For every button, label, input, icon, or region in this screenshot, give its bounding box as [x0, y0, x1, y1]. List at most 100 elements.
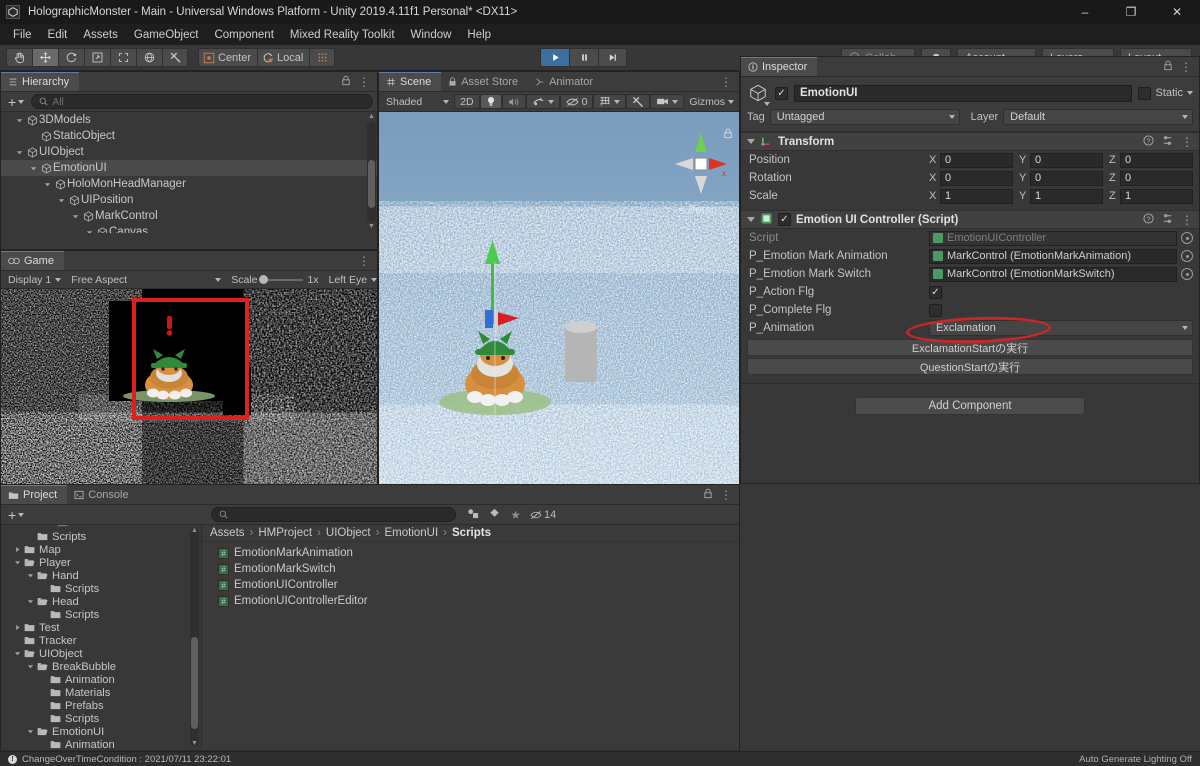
disclosure-triangle[interactable] [69, 213, 81, 220]
transform-rotation-y-input[interactable]: 0 [1030, 170, 1103, 186]
tab-project[interactable]: Project [1, 485, 68, 504]
scroll-down-arrow[interactable]: ▼ [190, 740, 199, 747]
hierarchy-item-markcontrol[interactable]: MarkControl [1, 208, 377, 224]
gameobject-enabled-checkbox[interactable]: ✓ [775, 86, 788, 100]
script-action-button-2[interactable]: QuestionStartの実行 [747, 358, 1193, 375]
project-folder-breakbubble-10[interactable]: BreakBubble [1, 660, 201, 673]
lock-icon[interactable] [341, 75, 351, 89]
foldout-icon[interactable] [747, 217, 755, 222]
scene-fx-dropdown[interactable] [525, 94, 560, 109]
disclosure-triangle[interactable] [24, 598, 36, 605]
hierarchy-item-uiposition[interactable]: UIPosition [1, 192, 377, 208]
disclosure-triangle[interactable] [13, 149, 25, 156]
rotate-tool-button[interactable] [58, 48, 84, 67]
scale-slider[interactable]: Scale 1x [226, 272, 323, 288]
transform-scale-x-input[interactable]: 1 [940, 188, 1013, 204]
transform-scale-z-input[interactable]: 1 [1120, 188, 1193, 204]
foldout-icon[interactable] [747, 139, 755, 144]
breadcrumb-item-uiobject[interactable]: UIObject [326, 527, 371, 539]
object-picker-icon[interactable] [1181, 268, 1193, 280]
grid-snapping-button[interactable] [309, 48, 336, 67]
script-enabled-checkbox[interactable]: ✓ [778, 213, 791, 226]
scene-perspective-label[interactable]: < Persp [679, 204, 717, 216]
scene-render-canvas[interactable]: y x < Persp [379, 112, 739, 484]
disclosure-triangle[interactable] [11, 650, 23, 657]
tab-scene[interactable]: Scene [379, 72, 442, 91]
disclosure-triangle[interactable] [11, 559, 23, 566]
scene-snap-tools[interactable] [626, 94, 651, 109]
script-object-field[interactable]: EmotionUIController [929, 230, 1177, 246]
breadcrumb-item-scripts[interactable]: Scripts [452, 527, 491, 539]
p-emotion-mark-animation-object-field[interactable]: MarkControl (EmotionMarkAnimation) [929, 248, 1177, 264]
project-folder-scripts-6[interactable]: Scripts [1, 608, 201, 621]
disclosure-triangle[interactable] [11, 546, 23, 553]
transform-tool-button[interactable] [136, 48, 162, 67]
disclosure-triangle[interactable] [13, 117, 25, 124]
preset-icon[interactable] [1162, 135, 1173, 149]
lock-icon[interactable] [1163, 60, 1173, 74]
transform-scale-y-input[interactable]: 1 [1030, 188, 1103, 204]
script-action-button-1[interactable]: ExclamationStartの実行 [747, 339, 1193, 356]
tab-hierarchy[interactable]: Hierarchy [1, 72, 80, 91]
pivot-rotation-button[interactable]: Local [257, 48, 310, 67]
tab-asset-store[interactable]: Asset Store [441, 72, 529, 91]
disclosure-triangle[interactable] [55, 197, 67, 204]
menu-mixed-reality-toolkit[interactable]: Mixed Reality Toolkit [282, 27, 403, 43]
scene-orientation-gizmo[interactable]: y x [671, 129, 731, 203]
scene-grid-dropdown[interactable]: Y [593, 94, 627, 109]
project-create-button[interactable]: + [5, 507, 27, 523]
p-emotion-mark-switch-object-field[interactable]: MarkControl (EmotionMarkSwitch) [929, 266, 1177, 282]
scene-gizmo-lock-icon[interactable] [723, 128, 733, 142]
hierarchy-item-uiobject[interactable]: UIObject [1, 144, 377, 160]
p-complete-flg-checkbox[interactable] [929, 303, 942, 317]
breadcrumb-item-hmproject[interactable]: HMProject [258, 527, 312, 539]
disclosure-triangle[interactable] [83, 229, 95, 233]
minimize-button[interactable]: – [1062, 0, 1108, 24]
hierarchy-create-button[interactable]: + [5, 94, 27, 110]
transform-position-z-input[interactable]: 0 [1120, 152, 1193, 168]
status-message-group[interactable]: ! ChangeOverTimeCondition : 2021/07/11 2… [8, 754, 231, 765]
menu-window[interactable]: Window [403, 27, 460, 43]
add-component-button[interactable]: Add Component [855, 397, 1085, 415]
gameobject-name-input[interactable]: EmotionUI [794, 84, 1133, 102]
project-folder-head-5[interactable]: Head [1, 595, 201, 608]
scene-audio-toggle[interactable] [501, 94, 526, 109]
project-folder-emotionui-15[interactable]: EmotionUI [1, 725, 201, 738]
tab-console[interactable]: Console [67, 485, 139, 504]
static-checkbox[interactable] [1138, 86, 1152, 100]
filter-by-label-icon[interactable] [484, 508, 505, 522]
project-folder-animation-11[interactable]: Animation [1, 673, 201, 686]
menu-file[interactable]: File [5, 27, 40, 43]
project-folder-player-2[interactable]: Player [1, 556, 201, 569]
disclosure-triangle[interactable] [24, 572, 36, 579]
scene-menu-icon[interactable]: ⋮ [720, 76, 732, 88]
project-folder-hand-3[interactable]: Hand [1, 569, 201, 582]
transform-component-header[interactable]: Transform ? ⋮ [741, 132, 1199, 151]
hierarchy-item-canvas[interactable]: Canvas [1, 224, 377, 233]
menu-edit[interactable]: Edit [40, 27, 76, 43]
display-dropdown[interactable]: Display 1 [3, 272, 66, 288]
disclosure-triangle[interactable] [24, 663, 36, 670]
hierarchy-tree[interactable]: 3DModels StaticObject UIObject EmotionUI Hol… [1, 112, 377, 233]
project-menu-icon[interactable]: ⋮ [720, 489, 732, 501]
disclosure-triangle[interactable] [11, 624, 23, 631]
breadcrumb-item-emotionui[interactable]: EmotionUI [384, 527, 438, 539]
p-animation-dropdown[interactable]: Exclamation [929, 320, 1193, 336]
project-folder-map-1[interactable]: Map [1, 543, 201, 556]
scale-slider-track[interactable] [259, 274, 304, 284]
project-folder-materials-12[interactable]: Materials [1, 686, 201, 699]
asset-item-emotionuicontrollereditor[interactable]: # EmotionUIControllerEditor [202, 593, 739, 609]
scroll-up-arrow[interactable]: ▲ [367, 113, 376, 120]
scene-lighting-toggle[interactable] [479, 94, 502, 109]
menu-help[interactable]: Help [459, 27, 499, 43]
menu-gameobject[interactable]: GameObject [126, 27, 207, 43]
close-button[interactable]: ✕ [1154, 0, 1200, 24]
shading-mode-dropdown[interactable]: Shaded [381, 93, 454, 110]
tab-inspector[interactable]: Inspector [741, 57, 818, 76]
tab-game[interactable]: Game [1, 251, 64, 270]
hierarchy-scrollbar[interactable] [367, 122, 376, 222]
game-render-canvas[interactable] [1, 289, 377, 484]
preset-icon[interactable] [1162, 213, 1173, 227]
chevron-down-icon[interactable] [1187, 91, 1193, 95]
asset-item-emotionmarkswitch[interactable]: # EmotionMarkSwitch [202, 561, 739, 577]
